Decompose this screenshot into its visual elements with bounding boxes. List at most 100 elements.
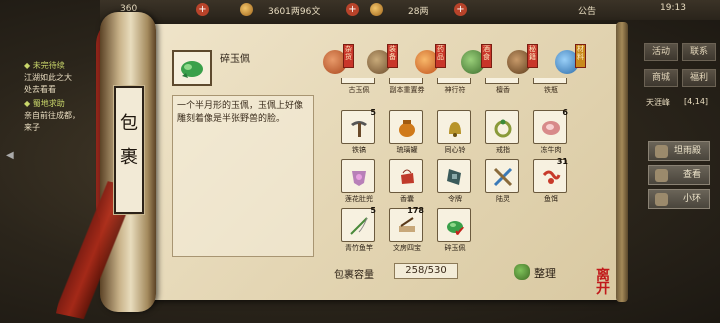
inventory-slot[interactable]: 琉璃罐 <box>384 110 430 158</box>
silver-value: 3601两96文 <box>268 7 321 17</box>
jar-icon <box>399 120 415 137</box>
tab-label: 装备 <box>387 44 398 68</box>
item-name: 鱼饵 <box>544 195 558 203</box>
item-name: 文房四宝 <box>393 244 421 252</box>
inventory-slot[interactable]: 178 文房四宝 <box>384 206 430 256</box>
tab-material[interactable]: 材料 <box>554 44 586 76</box>
meat-icon <box>542 121 560 135</box>
add-silver-button[interactable]: + <box>346 3 359 16</box>
worm-icon <box>542 170 561 184</box>
inventory-slot[interactable]: 陆灵 <box>480 159 526 207</box>
bag-icon <box>514 264 530 280</box>
list-item[interactable]: 副本重置券 <box>384 78 430 98</box>
blade-icon <box>493 167 513 187</box>
close-button[interactable]: 离 开 <box>596 269 620 296</box>
ring-icon <box>494 119 512 138</box>
selected-check-icon: ✔ <box>454 224 466 240</box>
quest-desc: 来子 <box>24 123 40 132</box>
announce-button[interactable]: 公告 <box>578 4 596 17</box>
welfare-button[interactable]: 福利 <box>682 69 716 87</box>
sort-button[interactable]: 整理 <box>514 262 566 282</box>
action-button-1[interactable]: 坦雨殿 <box>648 141 710 161</box>
quest-desc: 处去看看 <box>24 85 56 94</box>
bell-icon <box>449 122 461 137</box>
inventory-slot[interactable]: 31 鱼饵 <box>528 157 574 207</box>
slot-frame <box>485 110 519 144</box>
quest-title[interactable]: ◆ 未完待续 <box>24 60 65 71</box>
tab-sundries[interactable]: 杂货 <box>322 44 354 76</box>
sort-label: 整理 <box>534 267 556 280</box>
location-name: 天涯峰 <box>646 98 670 107</box>
capacity-label: 包裹容量 <box>334 270 374 281</box>
location-coord: [4,14] <box>684 97 709 106</box>
list-item[interactable]: 铁瓶 <box>528 78 574 98</box>
token-icon <box>447 169 461 185</box>
tab-food[interactable]: 酒食 <box>460 44 492 76</box>
item-description: 一个半月形的玉佩，玉佩上好像雕刻着像是半张野兽的脸。 <box>172 95 314 257</box>
sachet-icon <box>401 169 414 184</box>
inventory-slot[interactable]: 5 铁镐 <box>336 108 382 158</box>
silver-icon <box>240 3 253 16</box>
action-icon <box>655 145 668 158</box>
tab-label: 杂货 <box>343 44 354 68</box>
shop-button[interactable]: 商城 <box>644 69 678 87</box>
bag-title: 包 裹 <box>113 85 145 215</box>
slot-frame <box>389 110 423 144</box>
item-name: 令牌 <box>448 195 462 203</box>
slot-frame <box>485 159 519 193</box>
item-name: 莲花肚兜 <box>345 195 373 203</box>
list-item[interactable]: 檀香 <box>480 78 526 98</box>
list-item[interactable]: 古玉佩 <box>336 78 382 98</box>
inventory-slot[interactable]: 5 青竹鱼竿 <box>336 206 382 256</box>
quest-desc: 亲自前往成都， <box>24 111 80 120</box>
slot-frame <box>341 159 375 193</box>
quest-title[interactable]: ◆ 蜀地求助 <box>24 98 65 109</box>
slot-frame <box>437 159 471 193</box>
action-button-2[interactable]: 查看 <box>648 165 710 185</box>
item-name: 青竹鱼竿 <box>345 244 373 252</box>
slot-frame <box>437 110 471 144</box>
add-stamina-button[interactable]: + <box>196 3 209 16</box>
activity-button[interactable]: 活动 <box>644 43 678 61</box>
inventory-slot[interactable]: 戒指 <box>480 110 526 158</box>
tab-label: 酒食 <box>481 44 492 68</box>
contact-button[interactable]: 联系 <box>682 43 716 61</box>
item-count: 31 <box>556 157 568 166</box>
inventory-slot[interactable]: 莲花肚兜 <box>336 159 382 207</box>
coin-icon <box>370 3 383 16</box>
tab-label: 材料 <box>575 44 586 68</box>
inventory-slot[interactable]: 令牌 <box>432 159 478 207</box>
action-button-3[interactable]: 小环 <box>648 189 710 209</box>
top-status-bar: 360 + 3601两96文 + 28两 + 公告 <box>100 0 720 20</box>
tab-equipment[interactable]: 装备 <box>366 44 398 76</box>
inventory-slot[interactable]: 香囊 <box>384 159 430 207</box>
selected-item-name: 碎玉佩 <box>220 54 250 65</box>
stationery-icon <box>399 217 415 232</box>
inventory-slot[interactable]: ✔ 碎玉佩 <box>432 208 478 256</box>
quest-desc: 江湖如此之大 <box>24 73 72 82</box>
tab-manual[interactable]: 秘籍 <box>506 44 538 76</box>
quest-tracker[interactable]: ◆ 未完待续 江湖如此之大 处去看看 ◆ 蜀地求助 亲自前往成都， 来子 <box>0 55 110 135</box>
action-icon <box>655 169 668 182</box>
tab-label: 药品 <box>435 44 446 68</box>
pickaxe-icon <box>351 121 367 137</box>
selected-item-icon <box>172 50 212 86</box>
tab-medicine[interactable]: 药品 <box>414 44 446 76</box>
add-coin-button[interactable]: + <box>454 3 467 16</box>
item-name: 戒指 <box>496 146 510 154</box>
item-name: 冻牛肉 <box>540 146 562 154</box>
bag-title-char: 裹 <box>120 147 138 168</box>
item-name: 陆灵 <box>496 195 510 203</box>
item-count: 178 <box>407 206 424 215</box>
bag-title-char: 包 <box>120 113 138 134</box>
tab-label: 秘籍 <box>527 44 538 68</box>
inventory-slot[interactable]: 同心铃 <box>432 110 478 158</box>
capacity-value: 258/530 <box>394 263 458 279</box>
inventory-slot[interactable]: 6 冻牛肉 <box>528 108 574 158</box>
item-count: 5 <box>370 108 376 117</box>
jade-pendant-icon <box>181 61 203 78</box>
item-name: 琉璃罐 <box>396 146 418 154</box>
list-item[interactable]: 神行符 <box>432 78 478 98</box>
chevron-left-icon[interactable]: ◀ <box>6 150 14 161</box>
item-count: 5 <box>370 206 376 215</box>
